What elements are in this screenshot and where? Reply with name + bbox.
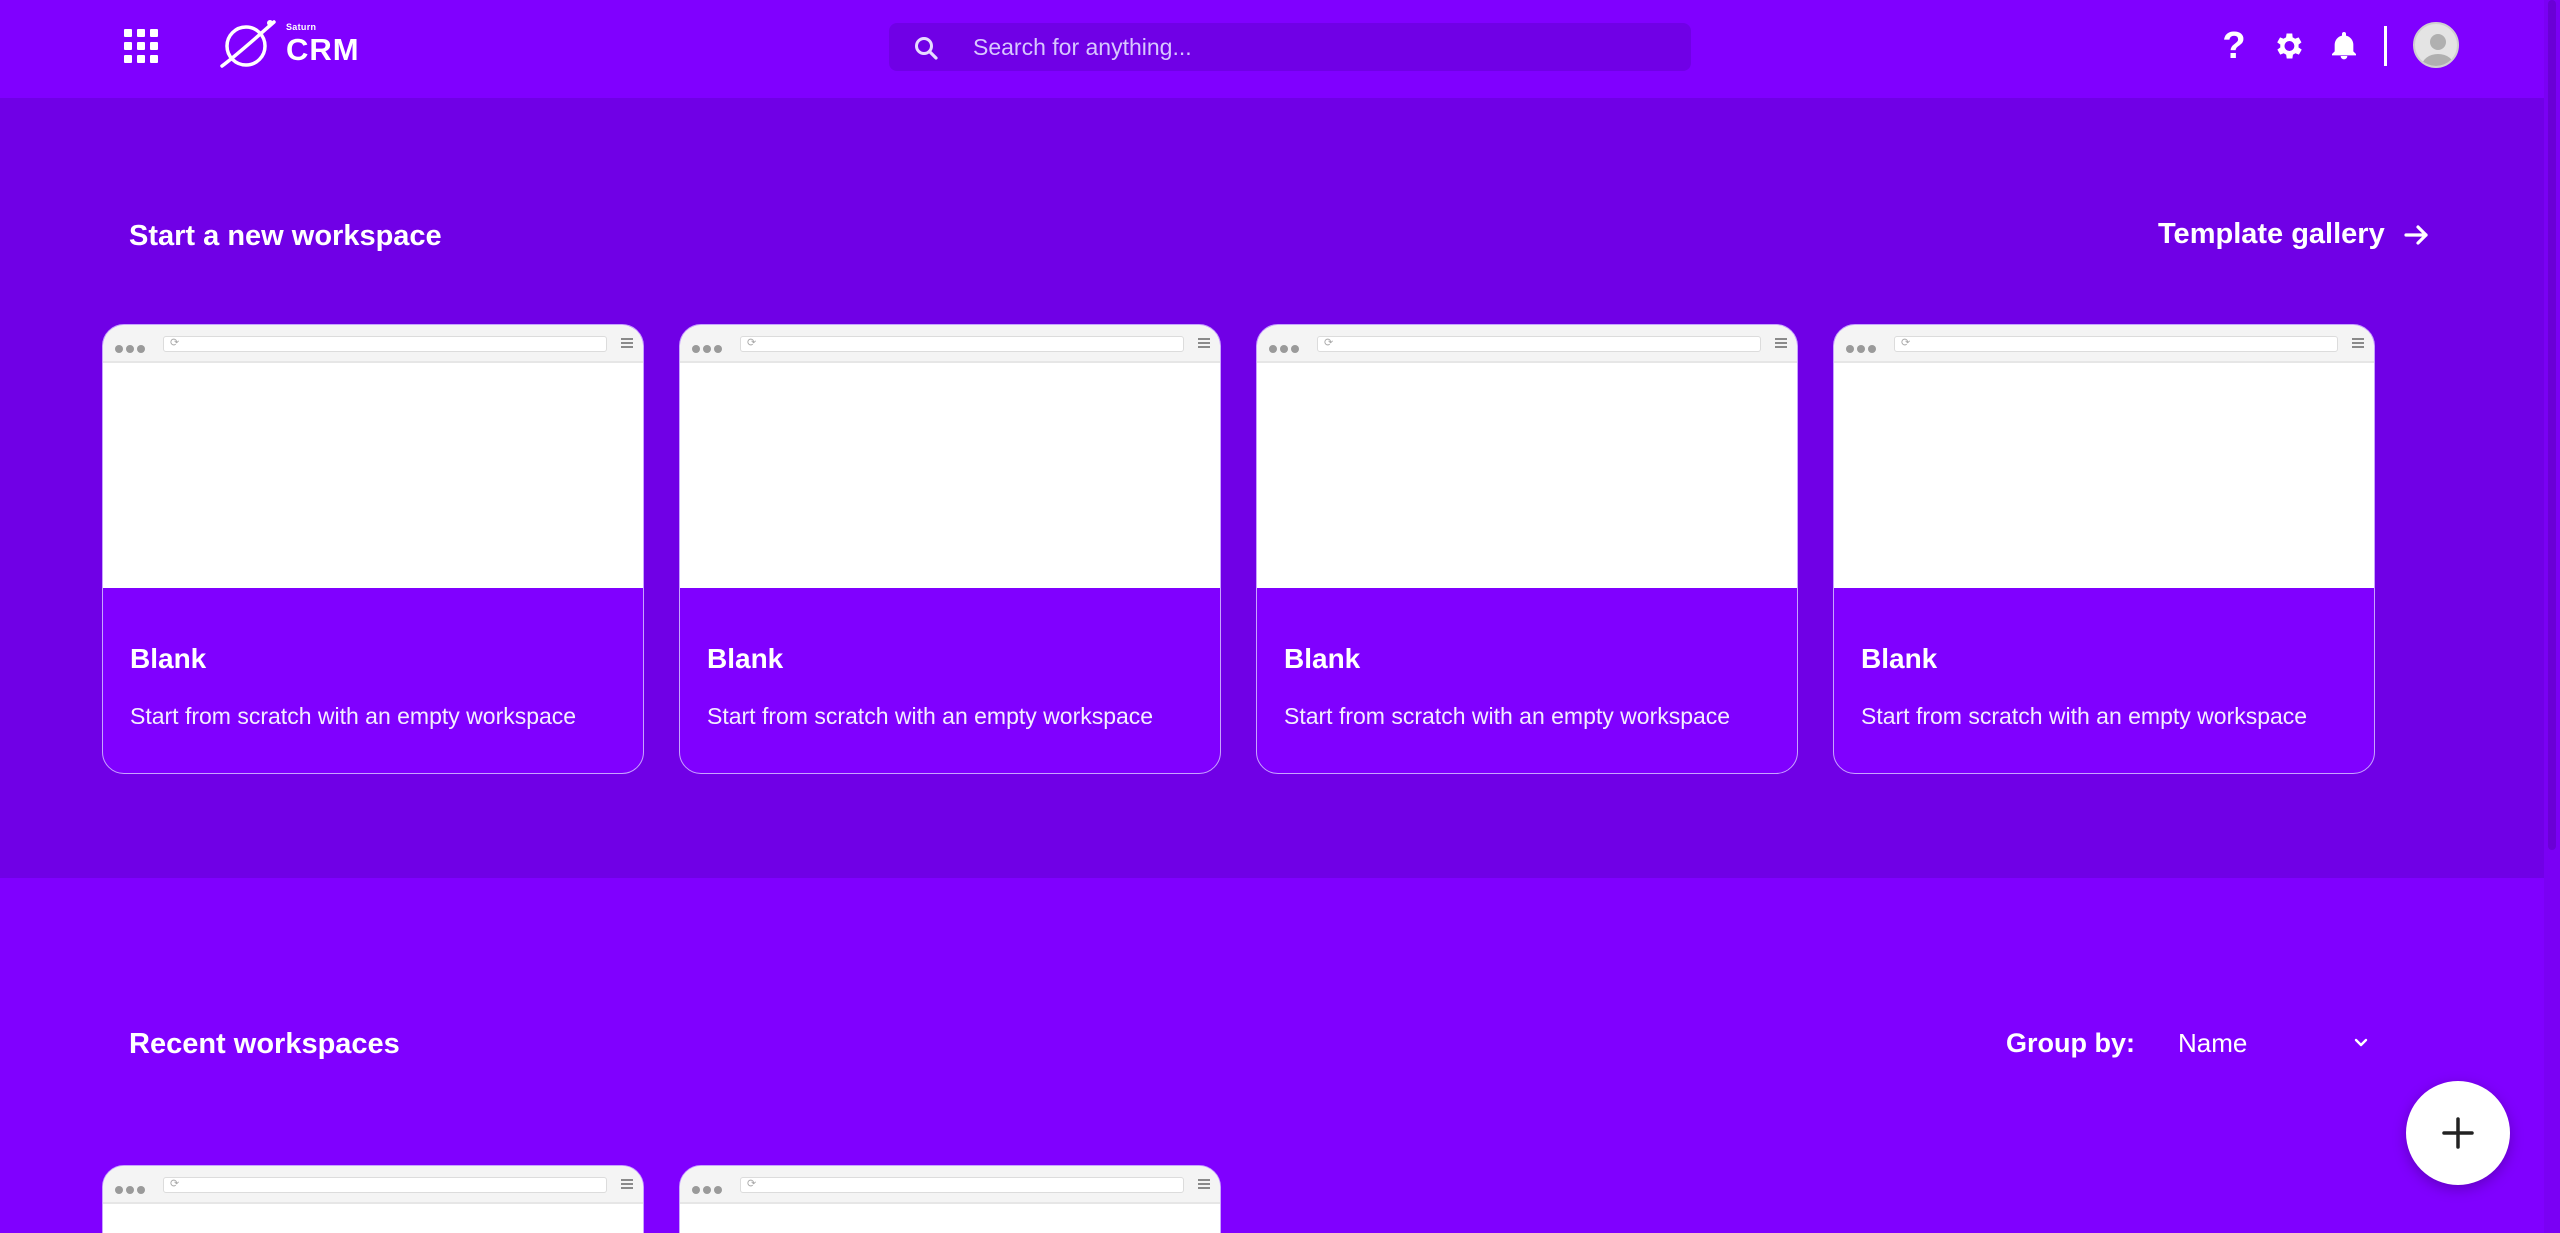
template-gallery-link[interactable]: Template gallery xyxy=(2158,218,2431,251)
workspace-template-card[interactable]: Blank Start from scratch with an empty w… xyxy=(1833,324,2375,774)
browser-mock-bar xyxy=(680,325,1220,363)
bell-icon[interactable] xyxy=(2324,24,2364,68)
card-description: Start from scratch with an empty workspa… xyxy=(707,703,1154,729)
app-logo[interactable]: Saturn CRM xyxy=(218,14,376,74)
saturn-logo-icon xyxy=(220,20,276,68)
help-icon[interactable]: ? xyxy=(2214,24,2254,68)
search-bar[interactable] xyxy=(889,23,1691,71)
plus-icon xyxy=(2442,1117,2474,1149)
card-title: Blank xyxy=(1861,643,1938,674)
workspace-template-card[interactable]: Blank Start from scratch with an empty w… xyxy=(1256,324,1798,774)
workspace-template-card[interactable]: Blank Start from scratch with an empty w… xyxy=(102,324,644,774)
card-description: Start from scratch with an empty workspa… xyxy=(1861,703,2308,729)
card-description: Start from scratch with an empty workspa… xyxy=(130,703,577,729)
group-by-label: Group by: xyxy=(2006,1028,2135,1058)
search-icon xyxy=(915,37,938,60)
bell-icon-graphic xyxy=(2332,32,2356,60)
page-scrollbar[interactable] xyxy=(2544,0,2560,1233)
logo-subtitle: Saturn xyxy=(286,22,317,32)
section-title-new-workspace: Start a new workspace xyxy=(129,220,442,252)
chevron-down-icon xyxy=(2354,1038,2368,1047)
browser-mock-bar xyxy=(1834,325,2374,363)
card-preview xyxy=(1834,325,2374,588)
logo-title: CRM xyxy=(286,32,360,67)
recent-workspace-card[interactable] xyxy=(679,1165,1221,1233)
arrow-right-icon xyxy=(2404,224,2428,245)
workspace-template-card[interactable]: Blank Start from scratch with an empty w… xyxy=(679,324,1221,774)
add-workspace-button[interactable] xyxy=(2406,1081,2510,1185)
logo-text: Saturn CRM xyxy=(286,14,376,74)
card-preview xyxy=(103,325,643,588)
recent-workspace-card[interactable] xyxy=(102,1165,644,1233)
card-description: Start from scratch with an empty workspa… xyxy=(1284,703,1731,729)
new-workspace-section: Start a new workspace Template gallery B… xyxy=(0,98,2560,878)
apps-grid-icon[interactable] xyxy=(124,29,158,63)
browser-mock-bar xyxy=(1257,325,1797,363)
browser-mock-bar xyxy=(103,325,643,363)
card-title: Blank xyxy=(707,643,784,674)
card-title: Blank xyxy=(1284,643,1361,674)
header-divider xyxy=(2384,26,2387,66)
section-title-recent-workspaces: Recent workspaces xyxy=(129,1028,400,1060)
template-gallery-label: Template gallery xyxy=(2158,218,2385,250)
scrollbar-thumb[interactable] xyxy=(2548,0,2556,850)
browser-mock-bar xyxy=(103,1166,643,1204)
group-by-select[interactable]: Name xyxy=(2164,1020,2378,1064)
card-preview xyxy=(1257,325,1797,588)
gear-icon[interactable] xyxy=(2268,24,2308,68)
gear-icon-graphic xyxy=(2277,33,2302,59)
avatar-icon xyxy=(2422,34,2454,66)
avatar[interactable] xyxy=(2413,22,2459,68)
top-navigation-bar: Saturn CRM ? xyxy=(0,0,2560,98)
search-input[interactable] xyxy=(973,23,1673,71)
card-title: Blank xyxy=(130,643,207,674)
browser-mock-bar xyxy=(680,1166,1220,1204)
group-by-value: Name xyxy=(2178,1028,2248,1058)
card-preview xyxy=(680,325,1220,588)
